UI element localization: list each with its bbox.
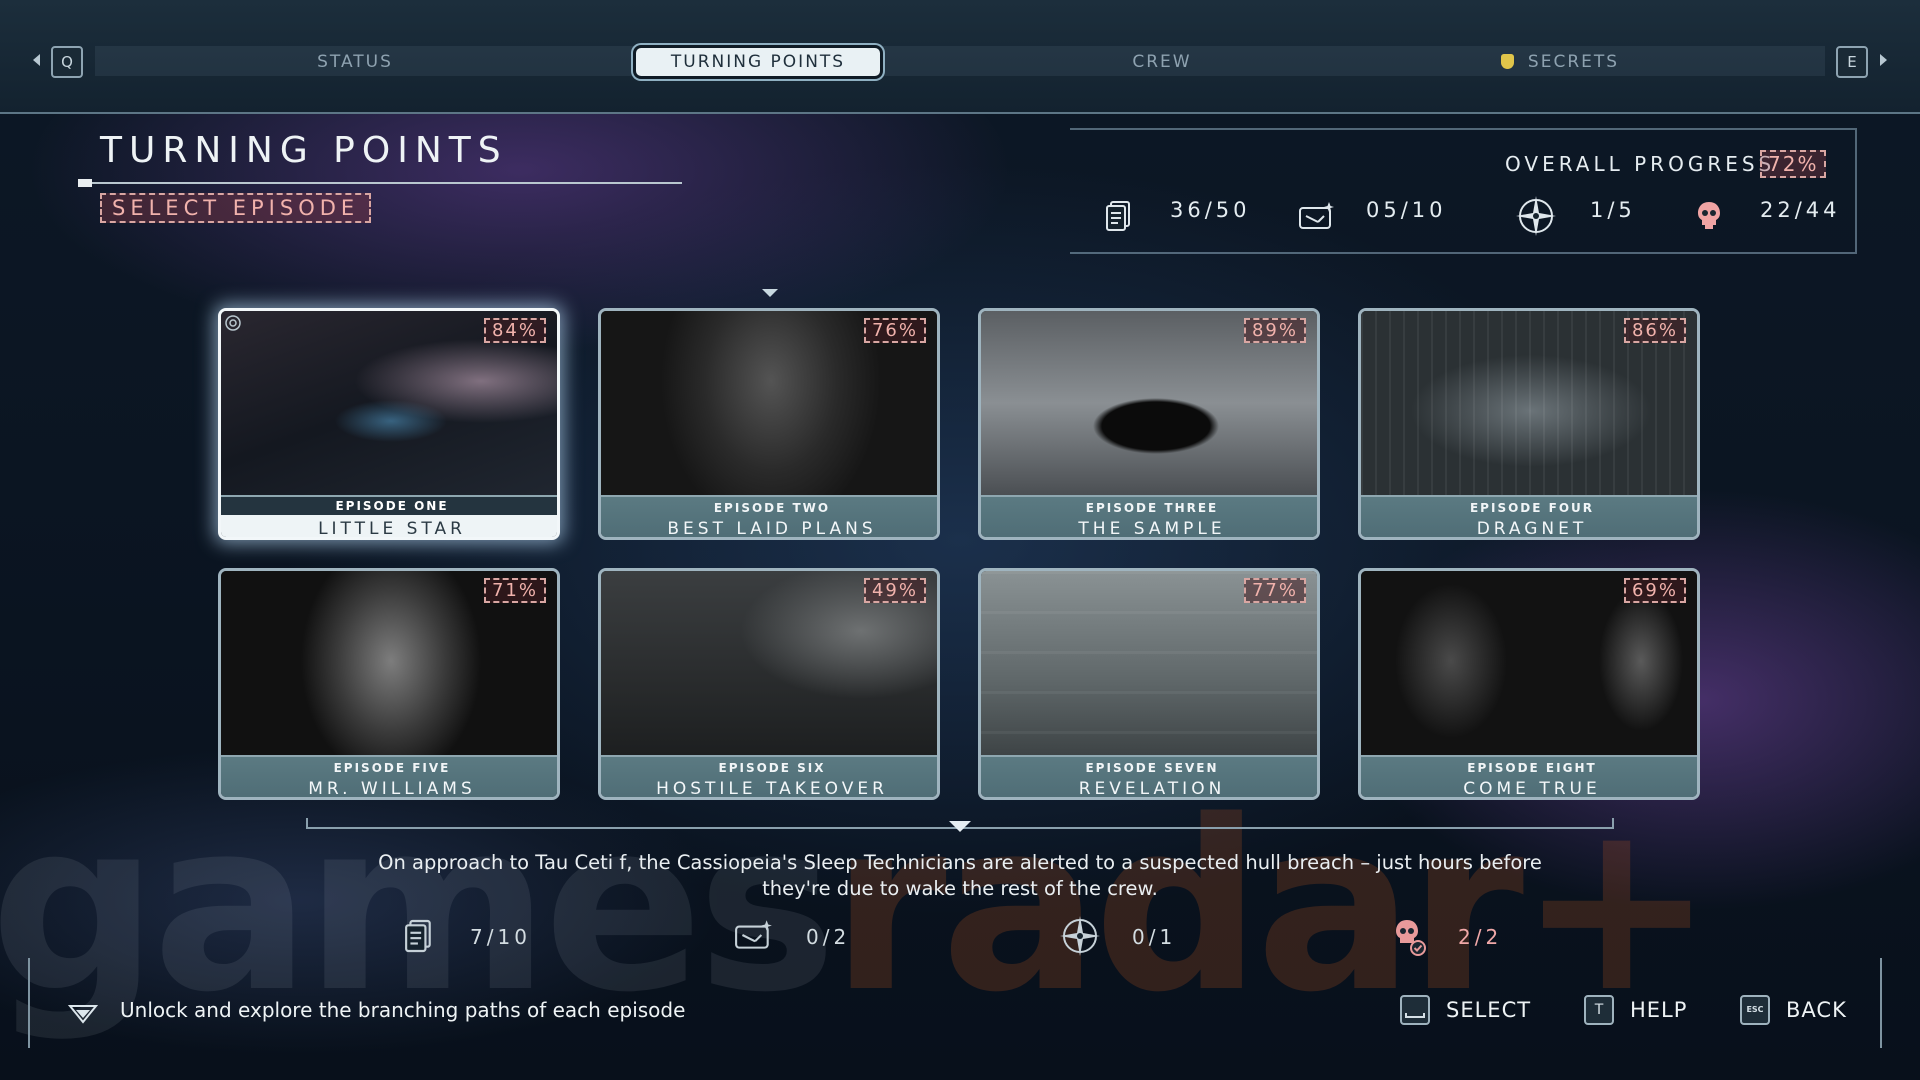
- help-key-icon[interactable]: T: [1584, 995, 1614, 1025]
- episode-card-4[interactable]: EPISODE FOUR DRAGNET 86%: [1358, 308, 1700, 540]
- tablet-icon: [1299, 202, 1334, 229]
- frame-corner-left: [28, 958, 46, 1048]
- episode-description: On approach to Tau Ceti f, the Cassiopei…: [378, 851, 1542, 900]
- footer-hint: Unlock and explore the branching paths o…: [120, 998, 686, 1022]
- selected-target-icon: [225, 315, 241, 331]
- selection-pointer-icon: [949, 821, 971, 832]
- episode-progress: 89%: [1243, 318, 1306, 343]
- episode-card-3[interactable]: EPISODE THREE THE SAMPLE 89%: [978, 308, 1320, 540]
- tablet-icon: [735, 920, 772, 949]
- episode-progress: 86%: [1623, 318, 1686, 343]
- detail-separator-right-tick: [1612, 818, 1614, 829]
- select-key-glyph: [1405, 1013, 1425, 1018]
- select-key-icon[interactable]: [1400, 995, 1430, 1025]
- branch-path-icon: [68, 1005, 98, 1024]
- compass-icon: [1516, 196, 1556, 236]
- episode-title: BEST LAID PLANS: [667, 519, 877, 539]
- select-episode-label: SELECT EPISODE: [100, 193, 372, 223]
- document-icon: [405, 919, 431, 953]
- prev-tab-key[interactable]: Q: [51, 46, 83, 78]
- top-tab-bar: Q STATUS TURNING POINTS CREW SECRETS E: [0, 0, 1920, 114]
- overall-progress-panel: [1070, 128, 1857, 254]
- episode-number: EPISODE FOUR: [1469, 501, 1595, 515]
- episode-progress: 49%: [863, 578, 926, 603]
- overall-progress-value: 72%: [1760, 150, 1827, 178]
- page-title: TURNING POINTS: [100, 130, 508, 171]
- episode-documents-count: 7/10: [470, 925, 531, 949]
- tab-crew[interactable]: CREW: [1062, 48, 1262, 76]
- episode-number: EPISODE ONE: [221, 497, 557, 515]
- episode-choices-count: 0/1: [1132, 925, 1177, 949]
- title-underline-cap: [78, 179, 92, 187]
- episode-card-8[interactable]: EPISODE EIGHT COME TRUE 69%: [1358, 568, 1700, 800]
- document-icon: [1106, 201, 1130, 231]
- skull-check-icon: [1396, 920, 1426, 956]
- episode-number: EPISODE THREE: [1085, 501, 1219, 515]
- episode-label-bar: EPISODE THREE THE SAMPLE: [981, 495, 1317, 539]
- episode-card-5[interactable]: EPISODE FIVE MR. WILLIAMS 71%: [218, 568, 560, 800]
- episode-label-bar: EPISODE ONE LITTLE STAR: [221, 495, 557, 539]
- episode-number: EPISODE TWO: [713, 501, 831, 515]
- episode-title: DRAGNET: [1476, 519, 1588, 539]
- help-button[interactable]: HELP: [1630, 998, 1687, 1022]
- tab-secrets[interactable]: SECRETS: [1470, 48, 1650, 76]
- detail-separator-left-tick: [306, 818, 308, 829]
- back-key-icon[interactable]: ESC: [1740, 995, 1770, 1025]
- episode-progress: 69%: [1623, 578, 1686, 603]
- secrets-shield-icon: [1500, 54, 1514, 69]
- episode-deaths-count: 2/2: [1458, 925, 1503, 949]
- episode-label-bar: EPISODE TWO BEST LAID PLANS: [601, 495, 937, 539]
- episode-logs-count: 0/2: [806, 925, 851, 949]
- episode-card-2[interactable]: EPISODE TWO BEST LAID PLANS 76%: [598, 308, 940, 540]
- overall-logs-count: 05/10: [1366, 198, 1447, 222]
- episode-progress: 77%: [1243, 578, 1306, 603]
- title-underline: [78, 182, 682, 184]
- overall-documents-count: 36/50: [1170, 198, 1251, 222]
- episode-title: THE SAMPLE: [1078, 519, 1226, 539]
- compass-icon: [1060, 916, 1100, 956]
- frame-corner-right: [1880, 958, 1882, 1048]
- overall-deaths-count: 22/44: [1760, 198, 1841, 222]
- next-tab-key[interactable]: E: [1836, 46, 1868, 78]
- episode-card-6[interactable]: EPISODE SIX HOSTILE TAKEOVER 49%: [598, 568, 940, 800]
- watermark-logo: gamesradar+: [0, 771, 1715, 1044]
- overall-progress-label: OVERALL PROGRESS: [1505, 152, 1776, 176]
- back-button[interactable]: BACK: [1786, 998, 1847, 1022]
- episode-card-7[interactable]: EPISODE SEVEN REVELATION 77%: [978, 568, 1320, 800]
- next-tab-arrow-icon[interactable]: [1880, 54, 1887, 66]
- skull-icon: [1698, 202, 1720, 229]
- select-button[interactable]: SELECT: [1446, 998, 1531, 1022]
- episode-progress: 84%: [483, 318, 546, 343]
- prev-tab-arrow-icon[interactable]: [33, 54, 40, 66]
- episode-title: LITTLE STAR: [318, 519, 466, 539]
- episode-progress: 71%: [483, 578, 546, 603]
- tab-status[interactable]: STATUS: [255, 48, 455, 76]
- tab-turning-points[interactable]: TURNING POINTS: [636, 48, 880, 76]
- overall-choices-count: 1/5: [1590, 198, 1636, 222]
- grid-marker-icon: [762, 289, 778, 297]
- episode-card-1[interactable]: EPISODE ONE LITTLE STAR 84%: [218, 308, 560, 540]
- episode-progress: 76%: [863, 318, 926, 343]
- episode-label-bar: EPISODE FOUR DRAGNET: [1361, 495, 1697, 539]
- tab-secrets-label: SECRETS: [1527, 52, 1620, 72]
